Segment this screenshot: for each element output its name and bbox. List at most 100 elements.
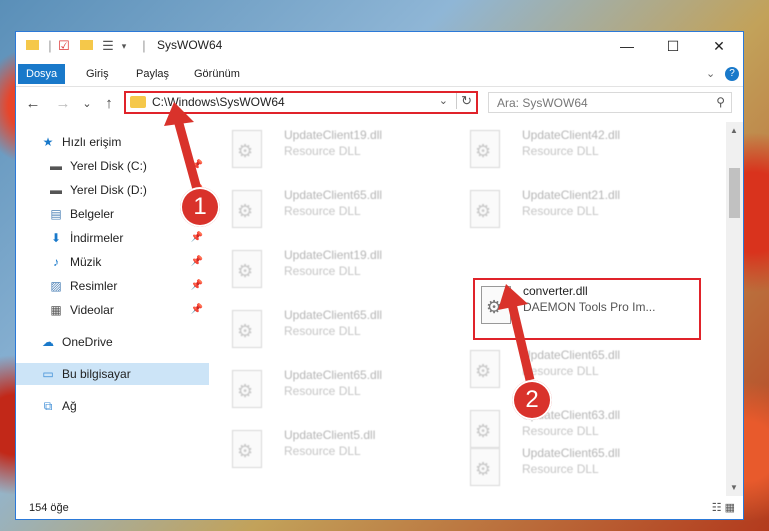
sidebar-item-label: Resimler (70, 279, 118, 293)
sidebar-item-label: Yerel Disk (C:) (70, 159, 147, 173)
status-bar: 154 öğe ☷ ▦ (16, 498, 743, 519)
item-count: 154 öğe (29, 502, 69, 514)
pictures-icon: ▨ (50, 279, 62, 293)
file-type: Resource DLL (522, 144, 599, 158)
chevron-down-icon[interactable]: ⌄ (439, 94, 448, 107)
tab-share[interactable]: Paylaş (128, 64, 177, 84)
sidebar-item-label: Bu bilgisayar (62, 367, 131, 381)
new-folder-icon[interactable] (78, 38, 94, 54)
file-type: Resource DLL (284, 144, 361, 158)
search-placeholder: Ara: SysWOW64 (497, 96, 588, 110)
sidebar-item-label: Hızlı erişim (62, 135, 122, 149)
pin-icon[interactable]: 📌 (191, 227, 203, 249)
ribbon-expand-icon[interactable]: ⌄ (698, 64, 723, 84)
back-icon[interactable]: ← (24, 95, 42, 113)
ribbon: Dosya Giriş Paylaş Görünüm ⌄ ? (16, 60, 743, 87)
file-tile[interactable]: ⚙ UpdateClient65.dll Resource DLL (212, 362, 442, 416)
scroll-up-icon[interactable]: ▲ (730, 126, 738, 135)
arrow-2-icon (498, 284, 535, 382)
tab-home[interactable]: Giriş (78, 64, 117, 84)
folder-icon (24, 38, 40, 54)
file-name: UpdateClient21.dll (522, 188, 621, 202)
file-tile[interactable]: ⚙ UpdateClient65.dll Resource DLL (212, 182, 442, 236)
dll-file-icon: ⚙ (470, 190, 500, 228)
sidebar-item-label: Videolar (70, 303, 114, 317)
sidebar-item-label: İndirmeler (70, 231, 124, 245)
sidebar-item-pictures[interactable]: ▨ Resimler 📌 (16, 275, 209, 297)
minimize-button[interactable]: — (604, 32, 650, 60)
scroll-down-icon[interactable]: ▼ (730, 483, 738, 492)
toolbar-dropdown-icon[interactable]: ▾ (116, 38, 132, 54)
separator-icon: | (142, 38, 146, 53)
sidebar-item-this-pc[interactable]: ▭ Bu bilgisayar (16, 363, 209, 385)
sidebar-item-music[interactable]: ♪ Müzik 📌 (16, 251, 209, 273)
file-type: Resource DLL (284, 384, 361, 398)
file-type: Resource DLL (522, 204, 599, 218)
sidebar-item-label: Müzik (70, 255, 102, 269)
sidebar-item-onedrive[interactable]: ☁ OneDrive (16, 331, 209, 353)
view-toggle-icon[interactable]: ☷ ▦ (712, 501, 735, 514)
recent-locations-icon[interactable]: ⌄ (78, 95, 96, 113)
sidebar-item-label: Yerel Disk (D:) (70, 183, 147, 197)
videos-icon: ▦ (50, 303, 62, 317)
cloud-icon: ☁ (42, 335, 54, 349)
title-bar: | ☑ ☰ ▾ | SysWOW64 — ☐ ✕ (16, 32, 743, 60)
sidebar-item-downloads[interactable]: ⬇ İndirmeler 📌 (16, 227, 209, 249)
search-icon[interactable]: ⚲ (716, 95, 725, 109)
file-name: UpdateClient19.dll (284, 128, 383, 142)
properties-icon[interactable]: ☑ (56, 38, 72, 54)
drive-icon: ▬ (50, 183, 62, 197)
file-type: Resource DLL (522, 462, 599, 476)
file-tile[interactable]: ⚙ UpdateClient5.dll Resource DLL (212, 422, 442, 476)
file-type: Resource DLL (522, 424, 599, 438)
file-name: UpdateClient5.dll (284, 428, 376, 442)
dll-file-icon: ⚙ (470, 130, 500, 168)
file-type: Resource DLL (284, 204, 361, 218)
scrollbar-thumb[interactable] (729, 168, 740, 218)
refresh-icon[interactable]: ↻ (456, 93, 472, 109)
sidebar-item-label: Belgeler (70, 207, 115, 221)
file-tile[interactable]: ⚙ UpdateClient42.dll Resource DLL (450, 122, 680, 176)
file-tile[interactable]: ⚙ UpdateClient65.dll Resource DLL (212, 302, 442, 356)
close-button[interactable]: ✕ (696, 32, 742, 60)
tab-view[interactable]: Görünüm (186, 64, 248, 84)
sidebar-item-network[interactable]: ⧉ Ağ (16, 395, 209, 417)
file-list: ⚙ UpdateClient19.dll Resource DLL ⚙ Upda… (212, 122, 726, 492)
folder-icon (130, 96, 146, 108)
file-tile[interactable]: ⚙ UpdateClient19.dll Resource DLL (212, 242, 442, 296)
up-icon[interactable]: ↑ (100, 95, 118, 113)
maximize-button[interactable]: ☐ (650, 32, 696, 60)
navigation-bar: ← → ⌄ ↑ C:\Windows\SysWOW64 ⌄ ↻ Ara: Sys… (16, 87, 743, 119)
file-name: UpdateClient65.dll (284, 308, 383, 322)
pin-icon[interactable]: 📌 (191, 299, 203, 321)
tab-file[interactable]: Dosya (18, 64, 66, 84)
music-icon: ♪ (53, 255, 59, 269)
help-icon[interactable]: ? (725, 67, 739, 81)
file-name: UpdateClient42.dll (522, 128, 621, 142)
vertical-scrollbar[interactable]: ▲ ▼ (726, 122, 743, 496)
file-tile[interactable]: ⚙ UpdateClient19.dll Resource DLL (212, 122, 442, 176)
forward-icon[interactable]: → (54, 95, 72, 113)
dll-file-icon: ⚙ (232, 130, 262, 168)
pin-icon[interactable]: 📌 (191, 251, 203, 273)
file-name: UpdateClient19.dll (284, 248, 383, 262)
star-icon: ★ (42, 135, 54, 149)
dll-file-icon: ⚙ (232, 430, 262, 468)
dll-file-icon: ⚙ (232, 250, 262, 288)
sidebar-item-label: OneDrive (62, 335, 113, 349)
file-type: Resource DLL (284, 444, 361, 458)
documents-icon: ▤ (50, 207, 62, 221)
file-tile[interactable]: ⚙ UpdateClient65.dll Resource DLL (450, 440, 680, 492)
callout-badge-1: 1 (180, 187, 220, 227)
pin-icon[interactable]: 📌 (191, 275, 203, 297)
file-name: UpdateClient65.dll (284, 188, 383, 202)
sidebar-item-videos[interactable]: ▦ Videolar 📌 (16, 299, 209, 321)
file-tile[interactable]: ⚙ UpdateClient21.dll Resource DLL (450, 182, 680, 236)
file-tile[interactable]: ⚙ UpdateClient65.dll Resource DLL (450, 342, 680, 396)
sidebar-item-label: Ağ (62, 399, 77, 413)
window-title: SysWOW64 (157, 38, 223, 52)
customize-toolbar-icon[interactable]: ☰ (100, 38, 116, 54)
computer-icon: ▭ (42, 367, 54, 381)
search-input[interactable]: Ara: SysWOW64 ⚲ (488, 92, 732, 113)
download-icon: ⬇ (50, 231, 62, 245)
